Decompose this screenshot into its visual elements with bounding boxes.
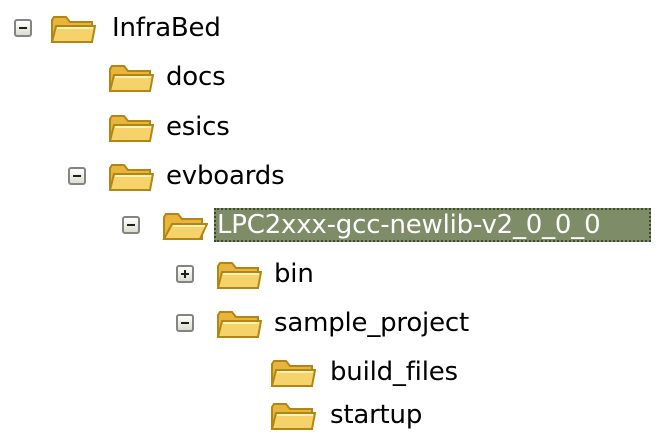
node-label-selected[interactable]: LPC2xxx-gcc-newlib-v2_0_0_0	[214, 208, 651, 242]
tree-node-infrabed[interactable]: InfraBed	[0, 8, 260, 52]
folder-icon	[270, 403, 316, 430]
node-label[interactable]: docs	[166, 60, 226, 94]
expand-toggle-icon[interactable]	[176, 265, 194, 283]
tree-node-esics[interactable]: esics	[0, 107, 260, 151]
collapse-toggle-icon[interactable]	[122, 216, 140, 234]
node-label[interactable]: sample_project	[274, 306, 469, 340]
tree-node-docs[interactable]: docs	[0, 57, 260, 101]
tree-node-build-files[interactable]: build_files	[0, 352, 500, 396]
folder-icon	[216, 311, 262, 338]
node-label[interactable]: esics	[166, 110, 230, 144]
node-label[interactable]: startup	[330, 398, 422, 432]
folder-open-icon	[162, 213, 208, 240]
folder-icon	[216, 262, 262, 289]
folder-icon	[108, 115, 154, 142]
collapse-toggle-icon[interactable]	[176, 314, 194, 332]
tree-node-evboards[interactable]: evboards	[0, 156, 320, 200]
tree-node-sample-project[interactable]: sample_project	[0, 303, 520, 347]
folder-icon	[108, 164, 154, 191]
collapse-toggle-icon[interactable]	[68, 167, 86, 185]
folder-icon	[50, 16, 96, 43]
tree-node-lpc2xxx[interactable]: LPC2xxx-gcc-newlib-v2_0_0_0	[0, 205, 659, 249]
folder-icon	[108, 65, 154, 92]
tree-node-startup[interactable]: startup	[0, 395, 460, 439]
node-label[interactable]: build_files	[330, 355, 458, 389]
node-label[interactable]: InfraBed	[112, 11, 221, 45]
tree-node-bin[interactable]: bin	[0, 254, 340, 298]
node-label[interactable]: evboards	[166, 159, 285, 193]
collapse-toggle-icon[interactable]	[14, 19, 32, 37]
folder-icon	[270, 360, 316, 387]
node-label[interactable]: bin	[274, 257, 314, 291]
